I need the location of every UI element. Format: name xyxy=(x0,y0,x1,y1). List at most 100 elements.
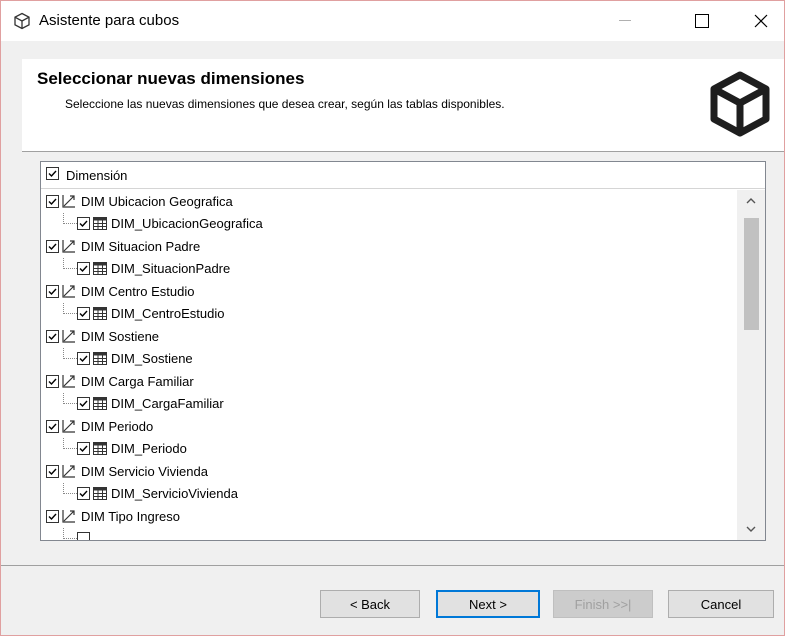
table-checkbox[interactable] xyxy=(77,306,90,320)
wizard-window: Asistente para cubos Seleccionar nuevas … xyxy=(0,0,785,636)
table-label: DIM_Periodo xyxy=(111,440,187,456)
dimension-row[interactable]: DIM Sostiene xyxy=(41,325,737,347)
scrollbar-thumb[interactable] xyxy=(744,218,759,330)
dimension-label: DIM Centro Estudio xyxy=(81,283,195,299)
dimension-checkbox[interactable] xyxy=(46,419,59,433)
table-icon xyxy=(93,306,107,320)
window-title: Asistente para cubos xyxy=(39,12,180,29)
scroll-down-button[interactable] xyxy=(737,518,765,540)
dimension-checkbox[interactable] xyxy=(46,239,59,253)
table-checkbox[interactable] xyxy=(77,441,90,455)
tree-rows: DIM Ubicacion Geografica DIM_UbicacionGe… xyxy=(41,190,737,540)
minimize-icon xyxy=(619,20,631,21)
table-checkbox[interactable] xyxy=(77,216,90,230)
footer-divider xyxy=(1,565,784,566)
wizard-header: Seleccionar nuevas dimensiones Seleccion… xyxy=(22,59,784,151)
chevron-up-icon xyxy=(746,198,756,204)
table-checkbox[interactable] xyxy=(77,486,90,500)
dimension-row[interactable]: DIM Situacion Padre xyxy=(41,235,737,257)
dimension-checkbox[interactable] xyxy=(46,194,59,208)
table-row[interactable]: DIM_SituacionPadre xyxy=(41,257,737,279)
finish-button: Finish >>| xyxy=(553,590,653,618)
dimension-icon xyxy=(62,240,75,253)
dimension-icon xyxy=(62,330,75,343)
dimension-icon xyxy=(62,375,75,388)
dimension-checkbox[interactable] xyxy=(46,329,59,343)
table-row[interactable]: DIM_Sostiene xyxy=(41,347,737,369)
dimension-icon xyxy=(62,285,75,298)
tree-column-header: Dimensión xyxy=(41,162,765,189)
tree-connector xyxy=(63,482,77,494)
dimension-row[interactable]: DIM Centro Estudio xyxy=(41,280,737,302)
tree-connector xyxy=(63,437,77,449)
maximize-button[interactable] xyxy=(679,1,725,41)
table-icon xyxy=(93,486,107,500)
table-icon xyxy=(93,441,107,455)
dimension-icon xyxy=(62,465,75,478)
vertical-scrollbar[interactable] xyxy=(737,190,765,540)
dimension-label: DIM Ubicacion Geografica xyxy=(81,193,233,209)
table-checkbox[interactable] xyxy=(77,261,90,275)
tree-connector xyxy=(63,212,77,224)
tree-connector xyxy=(63,392,77,404)
dimension-icon xyxy=(62,420,75,433)
dimension-tree[interactable]: Dimensión DIM Ubicacion Geografica DIM_U… xyxy=(40,161,766,541)
close-button[interactable] xyxy=(738,1,784,41)
table-checkbox[interactable] xyxy=(77,351,90,365)
table-row[interactable]: DIM_CargaFamiliar xyxy=(41,392,737,414)
dimension-label: DIM Servicio Vivienda xyxy=(81,463,208,479)
tree-connector xyxy=(63,347,77,359)
dimension-row[interactable]: DIM Tipo Ingreso xyxy=(41,505,737,527)
table-icon xyxy=(93,261,107,275)
table-checkbox[interactable] xyxy=(77,396,90,410)
table-checkbox[interactable] xyxy=(77,531,90,540)
next-button[interactable]: Next > xyxy=(436,590,540,618)
dimension-checkbox[interactable] xyxy=(46,284,59,298)
table-label: DIM_SituacionPadre xyxy=(111,260,231,276)
table-label: DIM_ServicioVivienda xyxy=(111,485,238,501)
tree-connector xyxy=(63,257,77,269)
close-icon xyxy=(754,14,768,28)
table-row[interactable]: DIM_UbicacionGeografica xyxy=(41,212,737,234)
title-bar: Asistente para cubos xyxy=(1,1,784,41)
dimension-checkbox[interactable] xyxy=(46,464,59,478)
dimension-label: DIM Situacion Padre xyxy=(81,238,201,254)
dimension-label: DIM Tipo Ingreso xyxy=(81,508,180,524)
page-subtitle: Seleccione las nuevas dimensiones que de… xyxy=(65,97,505,111)
dimension-row[interactable]: DIM Periodo xyxy=(41,415,737,437)
dimension-checkbox[interactable] xyxy=(46,374,59,388)
page-title: Seleccionar nuevas dimensiones xyxy=(37,69,305,88)
dimension-row[interactable]: DIM Servicio Vivienda xyxy=(41,460,737,482)
dimension-checkbox[interactable] xyxy=(46,509,59,523)
cube-icon xyxy=(710,71,770,137)
back-button[interactable]: < Back xyxy=(320,590,420,618)
dimension-label: DIM Periodo xyxy=(81,418,154,434)
table-label: DIM_CargaFamiliar xyxy=(111,395,224,411)
table-label: DIM_UbicacionGeografica xyxy=(111,215,263,231)
dimension-row[interactable]: DIM Ubicacion Geografica xyxy=(41,190,737,212)
dimension-icon xyxy=(62,510,75,523)
cube-app-icon xyxy=(14,12,30,30)
chevron-down-icon xyxy=(746,526,756,532)
minimize-button[interactable] xyxy=(602,1,648,41)
table-label: DIM_Sostiene xyxy=(111,350,193,366)
table-row[interactable] xyxy=(41,527,737,540)
cancel-button[interactable]: Cancel xyxy=(668,590,774,618)
select-all-checkbox[interactable] xyxy=(46,167,59,180)
scroll-up-button[interactable] xyxy=(737,190,765,212)
dimension-row[interactable]: DIM Carga Familiar xyxy=(41,370,737,392)
table-row[interactable]: DIM_CentroEstudio xyxy=(41,302,737,324)
tree-connector xyxy=(63,527,77,539)
maximize-icon xyxy=(695,14,709,28)
table-row[interactable]: DIM_Periodo xyxy=(41,437,737,459)
table-row[interactable]: DIM_ServicioVivienda xyxy=(41,482,737,504)
dimension-label: DIM Carga Familiar xyxy=(81,373,194,389)
column-header-label: Dimensión xyxy=(66,168,128,183)
table-icon xyxy=(93,396,107,410)
header-divider xyxy=(22,151,784,152)
dimension-icon xyxy=(62,195,75,208)
table-icon xyxy=(93,216,107,230)
table-label: DIM_CentroEstudio xyxy=(111,305,225,321)
tree-connector xyxy=(63,302,77,314)
dimension-label: DIM Sostiene xyxy=(81,328,160,344)
